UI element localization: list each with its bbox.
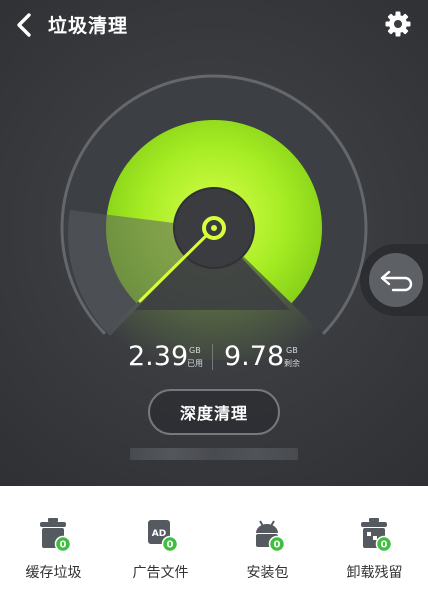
tool-label: 缓存垃圾 xyxy=(25,565,82,581)
ad-file-icon: AD 0 xyxy=(148,520,179,552)
install-package-count: 0 xyxy=(274,540,281,551)
tools-bar: 0 缓存垃圾 AD 0 广告文件 0 安装包 0 卸载残留 xyxy=(0,486,428,603)
return-arrow-icon xyxy=(380,270,413,292)
android-package-icon: 0 xyxy=(256,520,286,552)
tool-cache-junk[interactable]: 0 缓存垃圾 xyxy=(0,486,107,603)
deep-clean-button[interactable]: 深度清理 xyxy=(148,389,280,435)
tool-label: 广告文件 xyxy=(132,565,189,581)
storage-usage: 2.39 GB 已用 9.78 GB 剩余 xyxy=(0,342,428,376)
used-label: 已用 xyxy=(187,359,203,368)
tool-ad-files[interactable]: AD 0 广告文件 xyxy=(107,486,214,603)
ad-files-count: 0 xyxy=(167,540,174,551)
header-panel: 垃圾清理 2.39 GB 已用 9.78 GB 剩余 深度清理 xyxy=(0,0,428,486)
tool-uninstall-residue[interactable]: 0 卸载残留 xyxy=(321,486,428,603)
used-unit: GB xyxy=(189,346,201,355)
tool-label: 卸载残留 xyxy=(346,565,403,581)
storage-gauge xyxy=(60,74,368,360)
residual-trash-icon: 0 xyxy=(361,518,393,552)
used-value: 2.39 xyxy=(128,341,189,372)
return-side-button[interactable] xyxy=(360,244,428,316)
tool-install-package[interactable]: 0 安装包 xyxy=(214,486,321,603)
cache-junk-count: 0 xyxy=(60,540,67,551)
tool-label: 安装包 xyxy=(246,565,289,581)
free-unit: GB xyxy=(286,346,298,355)
free-value: 9.78 xyxy=(224,341,285,372)
return-button-circle[interactable] xyxy=(369,253,423,307)
trash-bin-icon: 0 xyxy=(40,518,72,552)
junk-clean-screen: 垃圾清理 2.39 GB 已用 9.78 GB 剩余 深度清理 0 缓存垃圾 A… xyxy=(0,0,428,603)
usage-separator xyxy=(212,344,213,370)
blurred-status-line xyxy=(130,448,298,460)
free-label: 剩余 xyxy=(284,359,300,368)
svg-text:AD: AD xyxy=(152,529,166,539)
uninstall-residue-count: 0 xyxy=(381,540,388,551)
